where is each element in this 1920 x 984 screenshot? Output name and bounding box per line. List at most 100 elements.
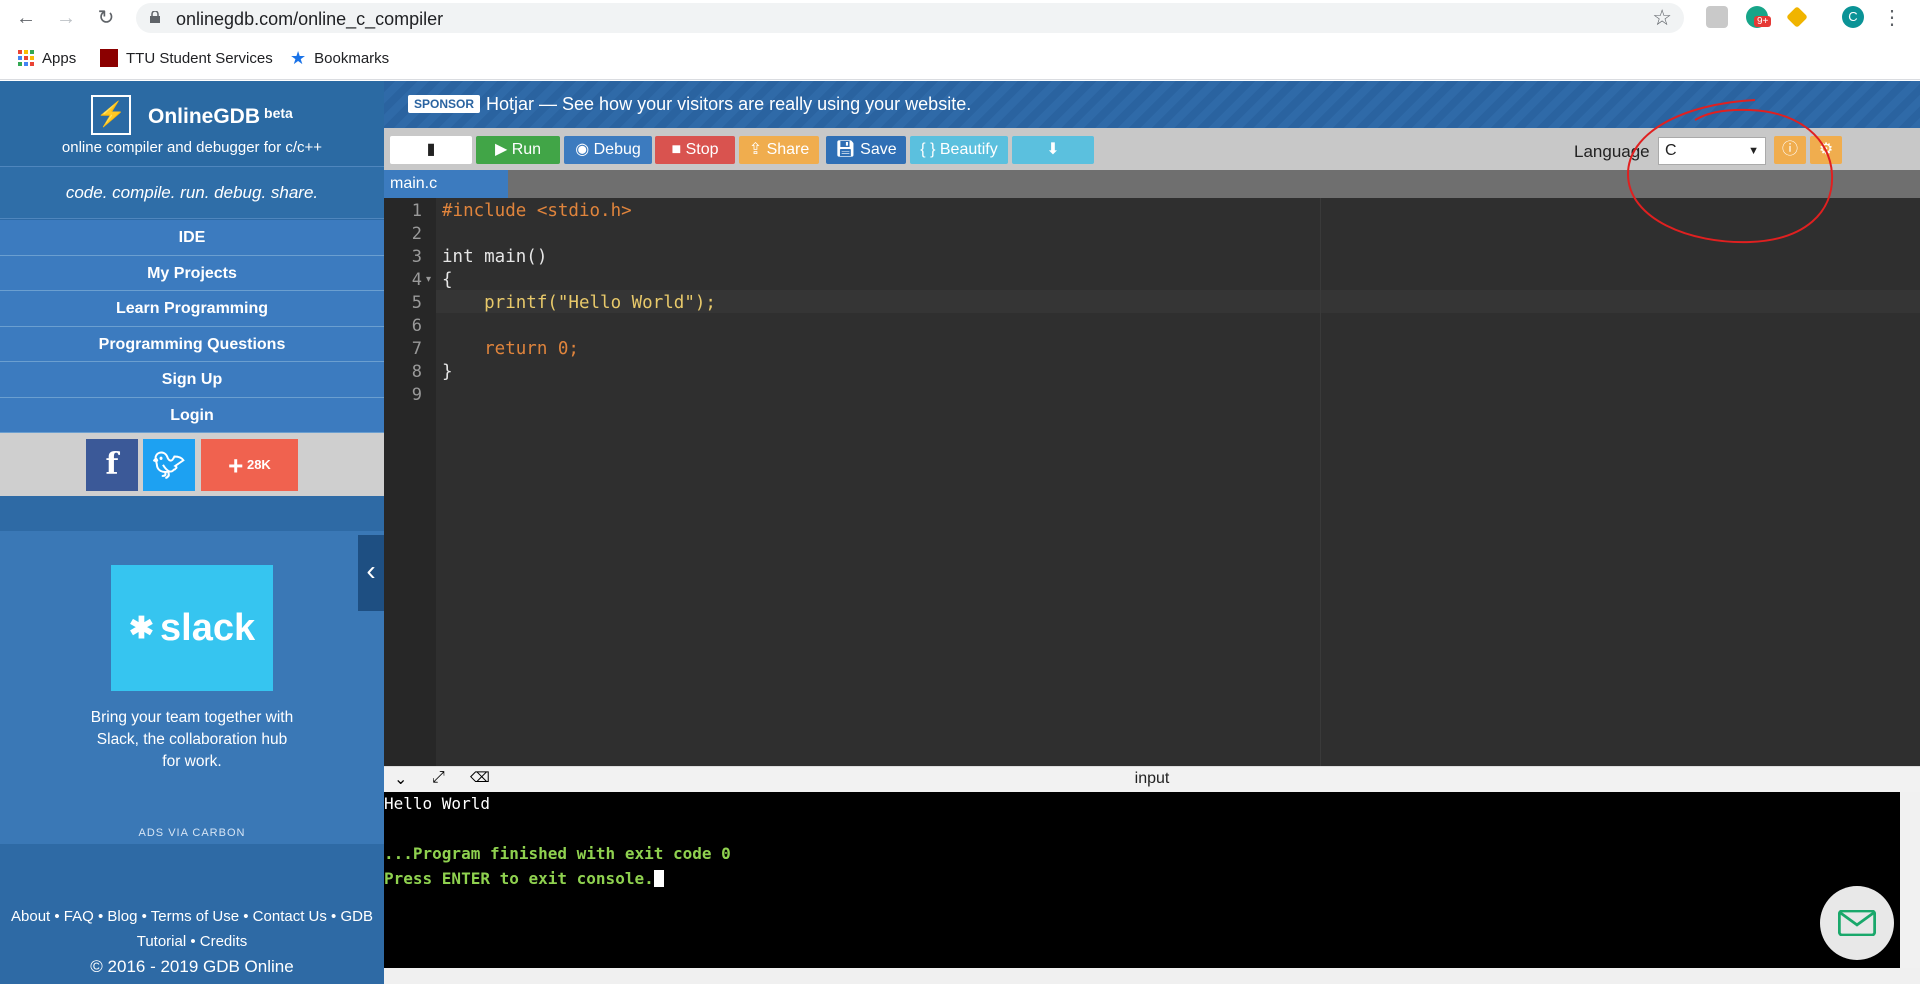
chevron-left-icon: ‹	[366, 555, 376, 586]
footer-links-line2[interactable]: Tutorial • Credits	[0, 929, 384, 954]
tab-main-c[interactable]: main.c	[384, 170, 508, 198]
facebook-icon: f	[105, 447, 119, 482]
feedback-button[interactable]	[1820, 886, 1894, 960]
star-icon: ★	[290, 47, 307, 68]
gear-icon: ⚙	[1818, 141, 1834, 158]
sidebar: ⚡ OnlineGDB beta online compiler and debu…	[0, 81, 384, 984]
bookmark-bookmarks[interactable]: ★ Bookmarks	[290, 46, 389, 70]
run-label: Run	[511, 141, 542, 158]
lightning-logo-icon[interactable]: ⚡	[91, 95, 131, 135]
save-icon: 💾︎	[835, 141, 856, 158]
brand-text: OnlineGDB	[148, 105, 261, 128]
code-editor[interactable]: 1 2 3 4 5 6 7 8 9 ▾ #include <stdio.h> i…	[384, 198, 1920, 766]
menu-my-projects[interactable]: My Projects	[0, 255, 384, 291]
back-icon[interactable]: ←	[14, 6, 38, 30]
code-line: int main()	[442, 247, 548, 267]
collapse-sidebar-button[interactable]: ‹	[358, 535, 384, 611]
sponsor-banner[interactable]: SPONSOR Hotjar — See how your visitors a…	[384, 81, 1920, 128]
caret-down-icon: ▼	[1748, 145, 1759, 157]
print-margin	[1320, 198, 1321, 766]
bookmarks-bar: Apps TTU Student Services ★ Bookmarks	[0, 36, 1920, 80]
address-bar[interactable]: onlinegdb.com/online_c_compiler ☆	[136, 3, 1684, 33]
stop-button[interactable]: ■ Stop	[655, 136, 735, 164]
line-number: 4	[411, 270, 422, 290]
twitter-icon: 🐦︎	[152, 450, 186, 480]
console-output[interactable]: Hello World ...Program finished with exi…	[384, 792, 1900, 968]
slack-ad-image[interactable]: ✱ slack	[111, 565, 273, 691]
download-icon: ⬇	[1046, 141, 1060, 158]
bookmark-ttu[interactable]: TTU Student Services	[100, 46, 273, 70]
beautify-button[interactable]: { } Beautify	[910, 136, 1008, 164]
sponsor-text[interactable]: Hotjar — See how your visitors are reall…	[486, 94, 971, 115]
tagline: code. compile. run. debug. share.	[0, 167, 384, 219]
share-count: 28K	[246, 457, 271, 472]
share-label: Share	[766, 141, 810, 158]
debug-label: Debug	[593, 141, 641, 158]
menu-learn-programming[interactable]: Learn Programming	[0, 291, 384, 327]
line-number: 3	[411, 247, 422, 267]
ads-via-carbon[interactable]: ADS VIA CARBON	[0, 827, 384, 839]
brand-name[interactable]: OnlineGDB beta	[148, 105, 293, 129]
profile-avatar[interactable]: C	[1842, 6, 1864, 28]
line-number: 7	[411, 339, 422, 359]
addthis-share-button[interactable]: + 28K	[201, 439, 298, 491]
menu-programming-questions[interactable]: Programming Questions	[0, 326, 384, 362]
extension-icon[interactable]	[1706, 6, 1728, 28]
line-number: 2	[411, 224, 422, 244]
twitter-share-button[interactable]: 🐦︎	[143, 439, 195, 491]
settings-button[interactable]: ⚙	[1810, 136, 1842, 164]
file-icon: ▮	[426, 141, 436, 158]
code-line: printf("Hello World");	[442, 293, 716, 313]
bookmark-apps[interactable]: Apps	[18, 46, 76, 70]
download-button[interactable]: ⬇	[1012, 136, 1094, 164]
menu-ide[interactable]: IDE	[0, 220, 384, 256]
run-button[interactable]: ▶ Run	[476, 136, 560, 164]
extension-diamond-icon[interactable]	[1786, 6, 1808, 28]
beta-label: beta	[264, 105, 293, 121]
save-button[interactable]: 💾︎ Save	[826, 136, 906, 164]
debug-icon: ◉	[575, 141, 590, 158]
apps-grid-icon	[18, 50, 34, 66]
new-file-button[interactable]: ▮	[390, 136, 472, 164]
share-icon: ⇪	[748, 141, 763, 158]
ad-text[interactable]: Bring your team together with Slack, the…	[86, 707, 298, 773]
fold-arrow-icon[interactable]: ▾	[426, 274, 431, 285]
url-text: onlinegdb.com/online_c_compiler	[176, 9, 444, 29]
info-button[interactable]: ⓘ	[1774, 136, 1806, 164]
stop-icon: ■	[671, 141, 682, 158]
mail-icon	[1838, 910, 1876, 936]
save-label: Save	[860, 141, 897, 158]
menu-sign-up[interactable]: Sign Up	[0, 362, 384, 398]
carbon-ad[interactable]: ✱ slack Bring your team together with Sl…	[0, 531, 384, 844]
language-select[interactable]: C ▼	[1658, 137, 1766, 165]
reload-icon[interactable]: ↻	[94, 6, 118, 30]
sponsor-badge: SPONSOR	[408, 95, 481, 113]
brand-header: ⚡ OnlineGDB beta online compiler and debu…	[0, 81, 384, 167]
plus-icon: +	[228, 450, 244, 481]
code-line: }	[442, 362, 453, 382]
social-share-bar: f 🐦︎ + 28K	[0, 433, 384, 496]
slack-wordmark: slack	[160, 606, 256, 649]
line-number: 6	[411, 316, 422, 336]
console-scrollbar[interactable]	[1900, 792, 1920, 968]
slack-logo-icon: ✱	[128, 611, 155, 645]
play-icon: ▶	[494, 141, 508, 158]
debug-button[interactable]: ◉ Debug	[564, 136, 652, 164]
beautify-label: { } Beautify	[920, 141, 998, 158]
brand-subtitle: online compiler and debugger for c/c++	[61, 139, 323, 156]
ttu-logo-icon	[100, 49, 118, 67]
code-line: return 0;	[442, 339, 579, 359]
file-tab-bar: main.c	[384, 170, 1920, 198]
code-line: #include <stdio.h>	[442, 201, 632, 221]
grammarly-extension-icon[interactable]: 9+	[1746, 6, 1772, 28]
console-header: ⌄ ⤢ ⌫ input	[384, 766, 1920, 792]
status-strip	[384, 968, 1920, 984]
menu-login[interactable]: Login	[0, 397, 384, 433]
footer-links-line1[interactable]: About • FAQ • Blog • Terms of Use • Cont…	[0, 904, 384, 929]
facebook-share-button[interactable]: f	[86, 439, 138, 491]
bookmark-star-icon[interactable]: ☆	[1652, 5, 1672, 31]
console-prompt-text: Press ENTER to exit console.	[384, 869, 654, 888]
share-button[interactable]: ⇪ Share	[739, 136, 819, 164]
forward-icon[interactable]: →	[54, 6, 78, 30]
menu-dots-icon[interactable]: ⋮	[1880, 6, 1904, 30]
